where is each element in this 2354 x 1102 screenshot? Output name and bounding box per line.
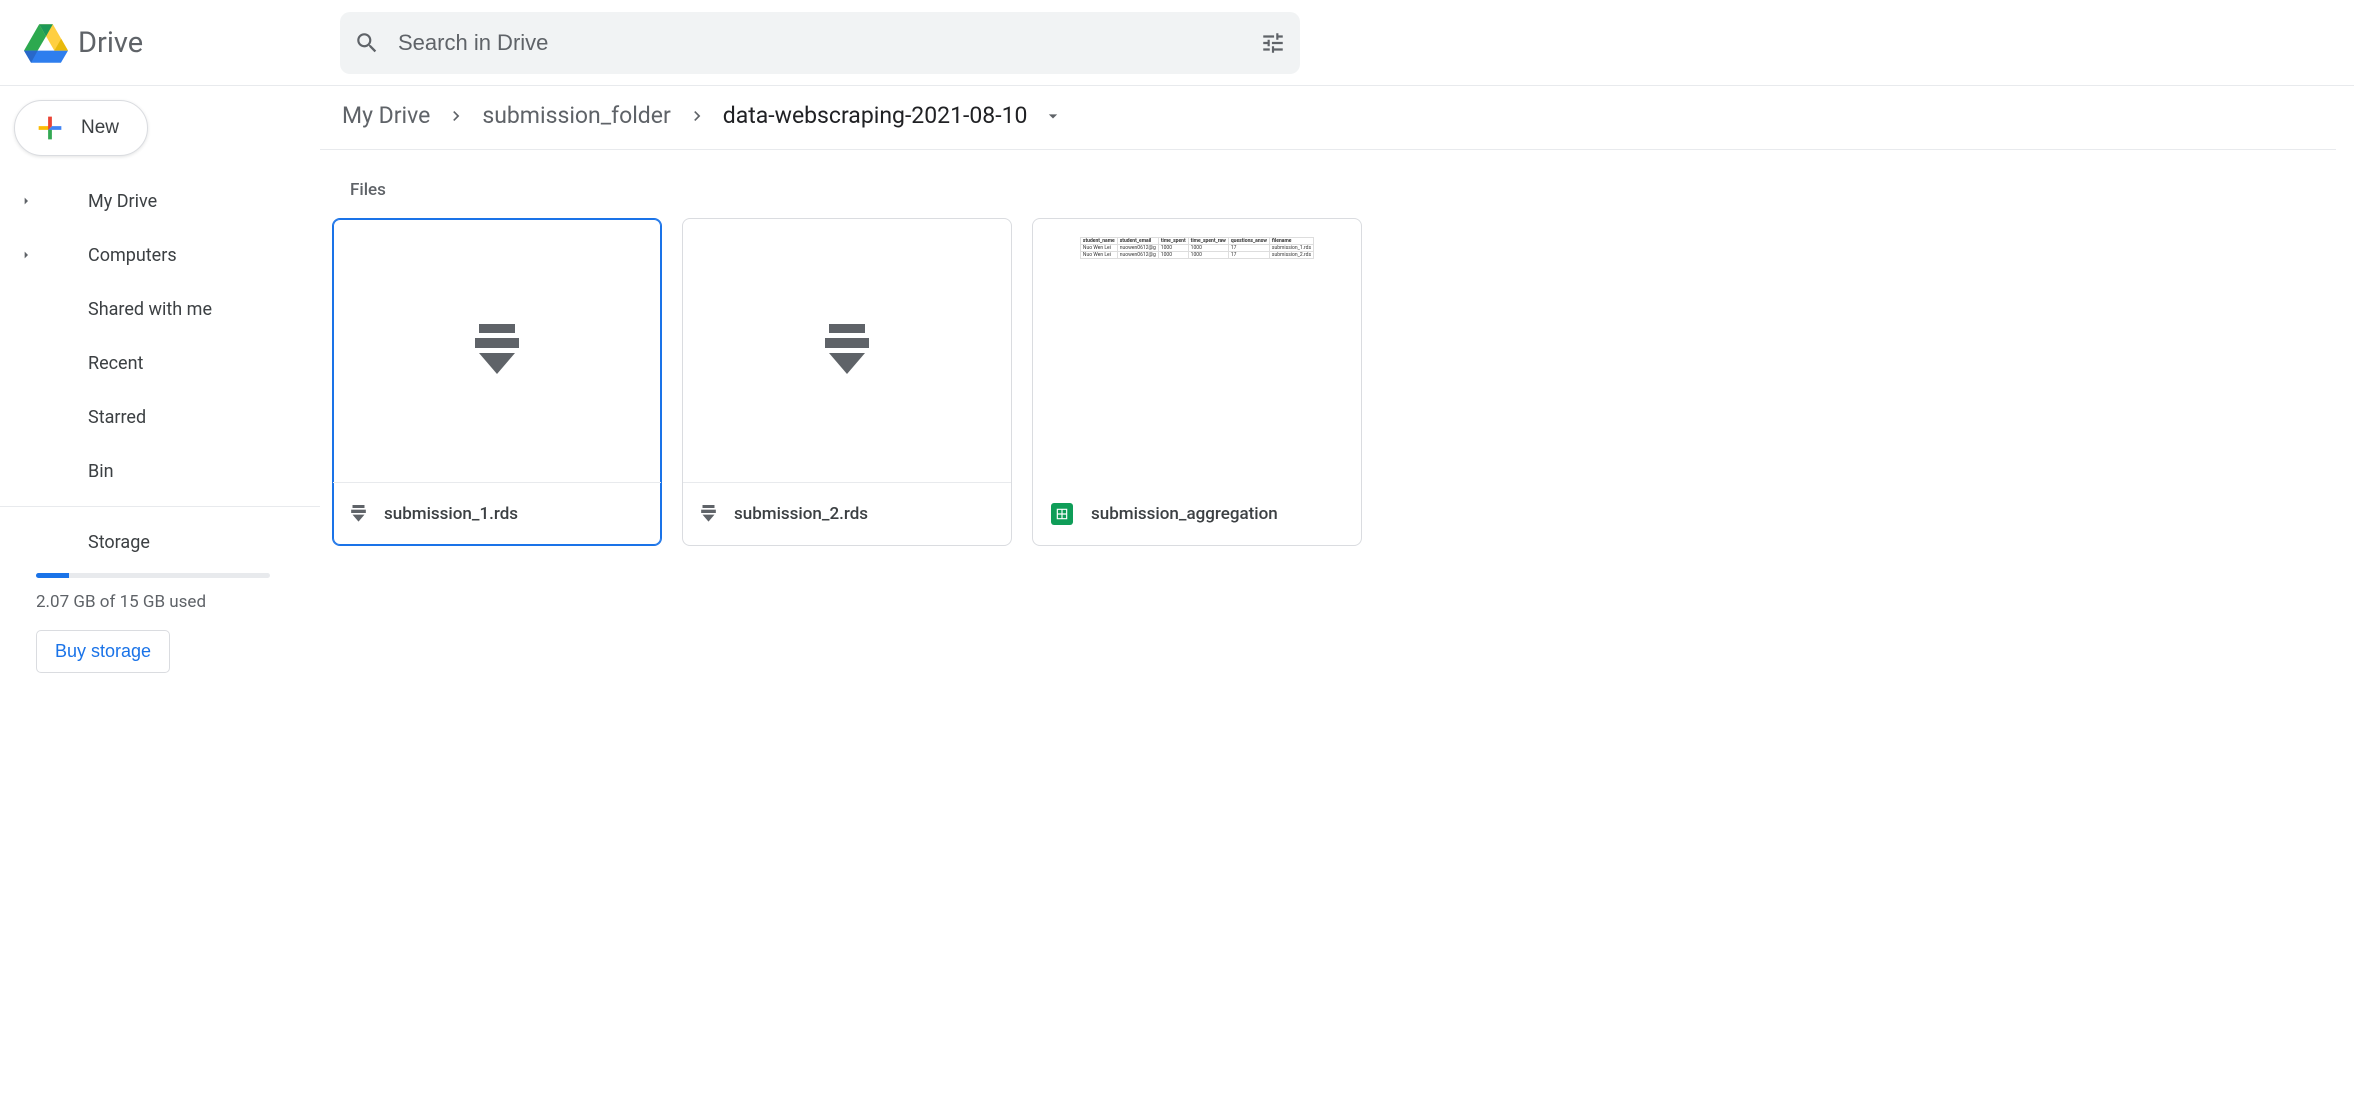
sheets-preview-table: student_name student_email time_spent ti…: [1080, 237, 1314, 259]
divider: [0, 506, 320, 507]
storage-section: Storage 2.07 GB of 15 GB used Buy storag…: [0, 515, 320, 673]
nav-item-computers[interactable]: Computers: [0, 228, 320, 282]
file-card[interactable]: student_name student_email time_spent ti…: [1032, 218, 1362, 546]
file-name: submission_2.rds: [734, 504, 868, 524]
file-footer: submission_aggregation: [1033, 483, 1361, 545]
nav-label: Computers: [88, 245, 177, 266]
nav-label: Bin: [88, 461, 114, 482]
file-thumbnail: student_name student_email time_spent ti…: [1033, 219, 1361, 483]
header: Drive: [0, 0, 2354, 86]
nav-label: Recent: [88, 353, 143, 374]
file-card[interactable]: submission_2.rds: [682, 218, 1012, 546]
breadcrumb-item-current[interactable]: data-webscraping-2021-08-10: [715, 98, 1036, 133]
nav-item-shared[interactable]: Shared with me: [0, 282, 320, 336]
search-options-icon[interactable]: [1260, 30, 1286, 56]
chevron-right-icon: [687, 106, 707, 126]
generic-file-icon: [701, 505, 716, 523]
buy-storage-button[interactable]: Buy storage: [36, 630, 170, 673]
nav-item-mydrive[interactable]: My Drive: [0, 174, 320, 228]
plus-icon: [33, 111, 67, 145]
search-bar[interactable]: [340, 12, 1300, 74]
breadcrumb-item[interactable]: submission_folder: [474, 98, 678, 133]
file-footer: submission_1.rds: [333, 483, 661, 545]
search-icon: [354, 30, 380, 56]
dropdown-caret-icon[interactable]: [1043, 106, 1063, 126]
chevron-right-icon: [446, 106, 466, 126]
generic-file-icon: [825, 324, 869, 378]
storage-fill: [36, 573, 69, 578]
file-thumbnail: [683, 219, 1011, 483]
nav-label: Shared with me: [88, 299, 212, 320]
expand-caret-icon[interactable]: [18, 247, 34, 263]
nav-item-storage[interactable]: Storage: [36, 515, 320, 569]
file-name: submission_aggregation: [1091, 504, 1278, 524]
search-input[interactable]: [398, 30, 1260, 56]
nav-item-recent[interactable]: Recent: [0, 336, 320, 390]
storage-bar: [36, 573, 270, 578]
breadcrumb: My Drive submission_folder data-webscrap…: [320, 86, 2336, 150]
file-name: submission_1.rds: [384, 504, 518, 524]
generic-file-icon: [475, 324, 519, 378]
nav-item-starred[interactable]: Starred: [0, 390, 320, 444]
storage-label: Storage: [88, 532, 150, 553]
main-content: My Drive submission_folder data-webscrap…: [320, 86, 2354, 1102]
file-thumbnail: [333, 219, 661, 483]
file-grid: submission_1.rds: [320, 218, 2336, 546]
logo-text: Drive: [78, 26, 143, 60]
drive-logo-icon: [24, 23, 68, 63]
nav-label: My Drive: [88, 191, 157, 212]
nav-label: Starred: [88, 407, 146, 428]
generic-file-icon: [351, 505, 366, 523]
new-button-label: New: [81, 117, 119, 139]
new-button[interactable]: New: [14, 100, 148, 156]
file-footer: submission_2.rds: [683, 483, 1011, 545]
files-section-label: Files: [320, 162, 2336, 218]
nav-list: My Drive Computers Shared with me: [0, 174, 320, 498]
sheets-icon: [1051, 503, 1073, 525]
logo[interactable]: Drive: [24, 23, 340, 63]
file-card[interactable]: submission_1.rds: [332, 218, 662, 546]
expand-caret-icon[interactable]: [18, 193, 34, 209]
nav-item-bin[interactable]: Bin: [0, 444, 320, 498]
breadcrumb-item[interactable]: My Drive: [334, 98, 438, 133]
storage-used-text: 2.07 GB of 15 GB used: [36, 592, 320, 612]
sidebar: New My Drive Computers: [0, 86, 320, 1102]
